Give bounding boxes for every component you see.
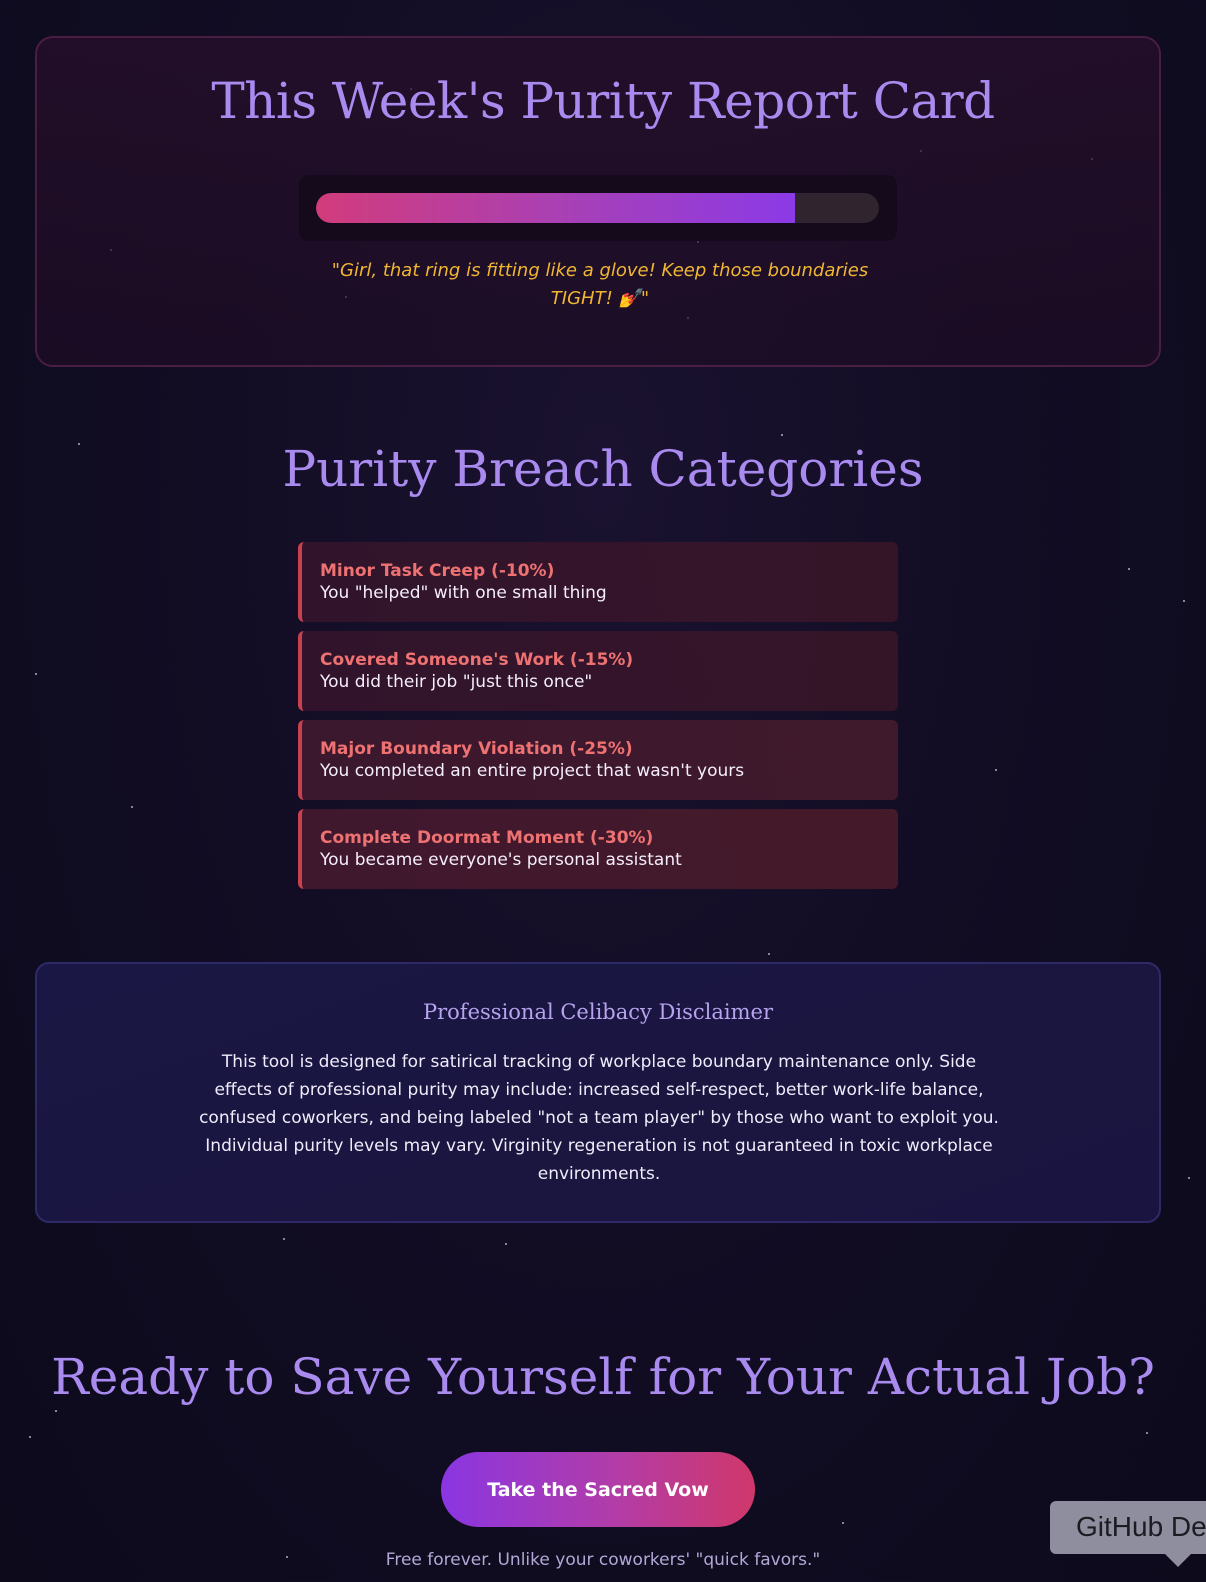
report-card-title: This Week's Purity Report Card: [211, 72, 995, 130]
purity-meter-track: [316, 193, 879, 223]
breach-item-description: You "helped" with one small thing: [320, 583, 607, 603]
breach-item-name: Covered Someone's Work (-15%): [320, 650, 634, 670]
breach-item-description: You did their job "just this once": [320, 672, 593, 692]
breach-item-description: You became everyone's personal assistant: [320, 850, 682, 870]
breach-item-doormat-moment: Complete Doormat Moment (-30%) You becam…: [298, 809, 898, 889]
cta-note: Free forever. Unlike your coworkers' "qu…: [385, 1550, 821, 1570]
report-card-quote: "Girl, that ring is fitting like a glove…: [331, 260, 869, 309]
breach-categories-list: Minor Task Creep (-10%) You "helped" wit…: [298, 542, 898, 898]
take-vow-button[interactable]: Take the Sacred Vow: [441, 1452, 755, 1527]
breach-categories-title: Purity Breach Categories: [282, 440, 924, 498]
tooltip-arrow-icon: [1164, 1553, 1192, 1567]
breach-item-description: You completed an entire project that was…: [320, 761, 745, 781]
github-tooltip: GitHub De: [1050, 1501, 1206, 1554]
breach-item-name: Complete Doormat Moment (-30%): [320, 828, 654, 848]
disclaimer-box: Professional Celibacy Disclaimer This to…: [35, 962, 1161, 1223]
breach-item-major-violation: Major Boundary Violation (-25%) You comp…: [298, 720, 898, 800]
breach-item-covered-work: Covered Someone's Work (-15%) You did th…: [298, 631, 898, 711]
breach-item-name: Minor Task Creep (-10%): [320, 561, 555, 581]
breach-item-name: Major Boundary Violation (-25%): [320, 739, 633, 759]
disclaimer-title: Professional Celibacy Disclaimer: [423, 1000, 773, 1024]
disclaimer-text: This tool is designed for satirical trac…: [199, 1052, 999, 1184]
breach-item-minor-task-creep: Minor Task Creep (-10%) You "helped" wit…: [298, 542, 898, 622]
purity-meter-fill: [316, 193, 795, 223]
cta-title: Ready to Save Yourself for Your Actual J…: [51, 1348, 1155, 1406]
